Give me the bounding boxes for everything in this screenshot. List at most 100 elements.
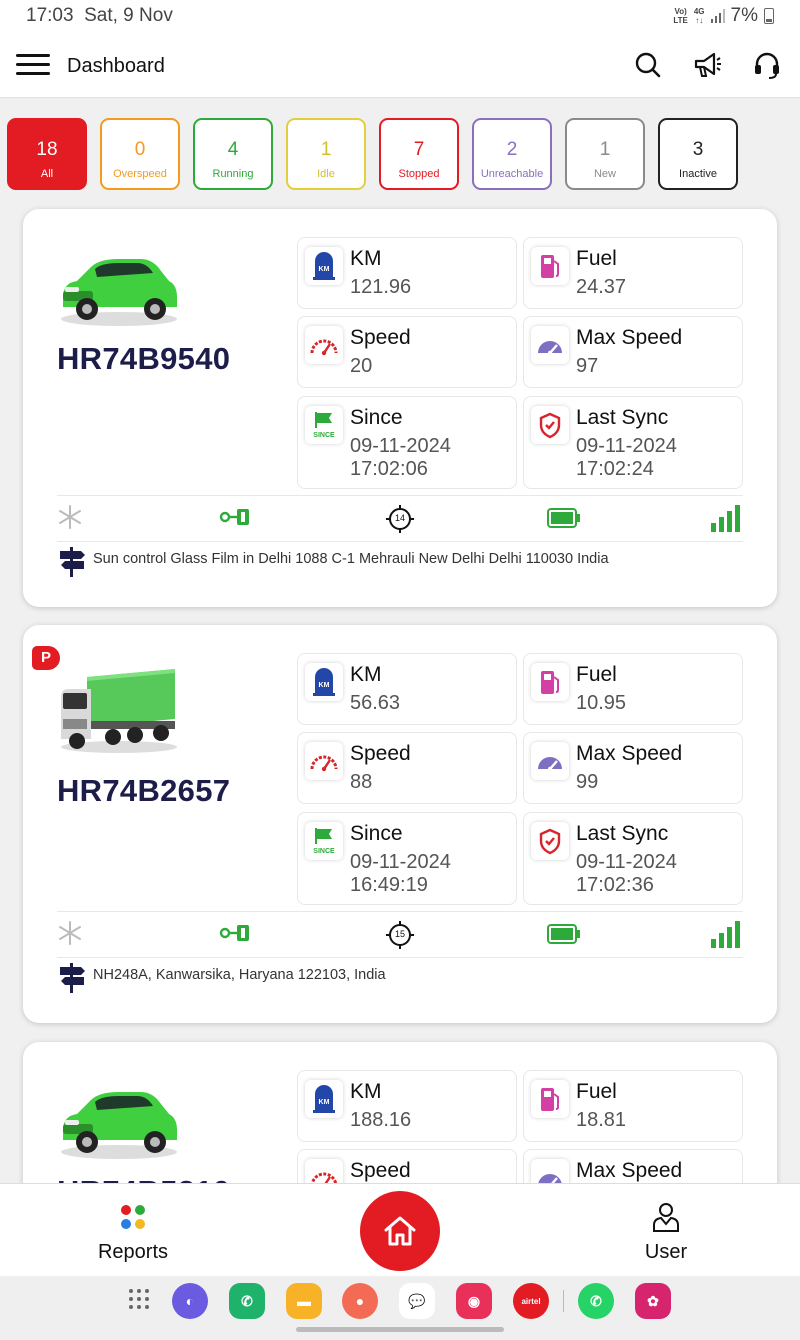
stat-fuel: Fuel 18.81 (523, 1070, 743, 1142)
svg-text:KM: KM (319, 1099, 330, 1106)
stat-since: SINCE Since 09-11-2024 17:02:06 (297, 396, 517, 489)
since-flag-icon: SINCE (305, 406, 343, 444)
car-icon (61, 259, 177, 326)
filter-new[interactable]: 1 New (565, 118, 645, 190)
vehicle-address: Sun control Glass Film in Delhi 1088 C-1… (93, 551, 609, 567)
stat-speed: Speed 88 (297, 732, 517, 804)
airtel-app-icon[interactable]: airtel (513, 1283, 549, 1319)
divider (57, 541, 743, 542)
stat-fuel: Fuel 10.95 (523, 653, 743, 725)
sync-shield-icon (531, 406, 569, 444)
browser-app-icon[interactable]: ◐ (172, 1283, 208, 1319)
stat-km: KM KM 56.63 (297, 653, 517, 725)
app-drawer-icon[interactable] (128, 1288, 150, 1310)
contacts-app-icon[interactable]: ● (342, 1283, 378, 1319)
signpost-icon (60, 547, 85, 577)
phone-app-icon[interactable]: ✆ (229, 1283, 265, 1319)
satellite-count: 15 (394, 929, 405, 939)
reports-dots-icon (121, 1205, 145, 1229)
ignition-key-icon (219, 509, 249, 525)
fuel-pump-icon (531, 663, 569, 701)
fuel-pump-icon (531, 1080, 569, 1118)
vehicle-card[interactable]: P HR74B2657 KM KM 56.63 Fuel 10.95 Speed… (23, 625, 777, 1023)
svg-text:KM: KM (319, 266, 330, 273)
stat-last-sync: Last Sync 09-11-2024 17:02:24 (523, 396, 743, 489)
nav-user[interactable]: User (626, 1202, 706, 1264)
km-milestone-icon: KM (305, 247, 343, 285)
signal-icon (710, 9, 725, 23)
vehicle-plate: HR74B9540 (57, 341, 231, 376)
home-icon (384, 1216, 416, 1246)
status-icons-row: 14 (57, 499, 743, 539)
filter-stopped[interactable]: 7 Stopped (379, 118, 459, 190)
svg-text:KM: KM (319, 682, 330, 689)
search-icon[interactable] (633, 50, 663, 80)
stat-max-speed: Max Speed 99 (523, 732, 743, 804)
fuel-pump-icon (531, 247, 569, 285)
truck-icon (61, 669, 177, 753)
divider (57, 495, 743, 496)
battery-icon (764, 8, 774, 24)
svg-text:SINCE: SINCE (313, 848, 335, 855)
user-icon (653, 1203, 679, 1232)
divider (57, 957, 743, 958)
home-button[interactable] (360, 1191, 440, 1271)
battery-percent: 7% (730, 5, 758, 26)
parking-badge: P (32, 646, 60, 670)
megaphone-icon[interactable] (692, 50, 722, 80)
filter-running[interactable]: 4 Running (193, 118, 273, 190)
net-type-indicator: 4G ↑↓ (693, 7, 705, 25)
gsm-signal-icon (711, 505, 740, 532)
page-title: Dashboard (67, 55, 165, 77)
status-filter-bar: 18 All 0 Overspeed 4 Running 1 Idle 7 Stopped… (7, 118, 738, 190)
filter-overspeed[interactable]: 0 Overspeed (100, 118, 180, 190)
files-app-icon[interactable]: ▬ (286, 1283, 322, 1319)
ac-snowflake-icon (59, 921, 81, 945)
ignition-key-icon (219, 925, 249, 941)
filter-idle[interactable]: 1 Idle (286, 118, 366, 190)
vehicle-address: NH248A, Kanwarsika, Haryana 122103, Indi… (93, 967, 386, 983)
satellite-count: 14 (394, 513, 405, 523)
gesture-handle[interactable] (296, 1327, 504, 1332)
car-icon (61, 1092, 177, 1159)
gsm-signal-icon (711, 921, 740, 948)
stat-km: KM KM 121.96 (297, 237, 517, 309)
km-milestone-icon: KM (305, 1080, 343, 1118)
sync-shield-icon (531, 822, 569, 860)
signpost-icon (60, 963, 85, 993)
speedometer-icon (305, 326, 343, 364)
menu-icon[interactable] (16, 54, 50, 78)
status-icons: Vo) LTE 4G ↑↓ 7% (673, 5, 774, 27)
gallery-app-icon[interactable]: ✿ (635, 1283, 671, 1319)
headset-icon[interactable] (752, 50, 782, 80)
vehicle-plate: HR74B2657 (57, 773, 231, 808)
gauge-icon (531, 326, 569, 364)
stat-km: KM KM 188.16 (297, 1070, 517, 1142)
filter-inactive[interactable]: 3 Inactive (658, 118, 738, 190)
messages-app-icon[interactable]: 💬 (399, 1283, 435, 1319)
svg-text:SINCE: SINCE (313, 432, 335, 439)
km-milestone-icon: KM (305, 663, 343, 701)
status-icons-row: 15 (57, 915, 743, 955)
divider (57, 911, 743, 912)
filter-unreachable[interactable]: 2 Unreachable (472, 118, 552, 190)
app-header: Dashboard (0, 32, 800, 98)
filter-all[interactable]: 18 All (7, 118, 87, 190)
stat-max-speed: Max Speed 97 (523, 316, 743, 388)
speedometer-icon (305, 742, 343, 780)
whatsapp-app-icon[interactable]: ✆ (578, 1283, 614, 1319)
battery-full-icon (547, 508, 580, 528)
dock-divider (563, 1290, 564, 1312)
vehicle-card[interactable]: HR74B9540 KM KM 121.96 Fuel 24.37 Speed … (23, 209, 777, 607)
gps-satellite-icon: 14 (385, 504, 415, 534)
ac-snowflake-icon (59, 505, 81, 529)
camera-app-icon[interactable]: ◉ (456, 1283, 492, 1319)
stat-speed: Speed 20 (297, 316, 517, 388)
stat-fuel: Fuel 24.37 (523, 237, 743, 309)
bottom-nav: Reports User (0, 1183, 800, 1276)
nav-reports[interactable]: Reports (88, 1202, 178, 1264)
status-bar: 17:03 Sat, 9 Nov Vo) LTE 4G ↑↓ 7% (0, 0, 800, 32)
system-dock: ◐ ✆ ▬ ● 💬 ◉ airtel ✆ ✿ (0, 1276, 800, 1340)
stat-since: SINCE Since 09-11-2024 16:49:19 (297, 812, 517, 905)
battery-full-icon (547, 924, 580, 944)
